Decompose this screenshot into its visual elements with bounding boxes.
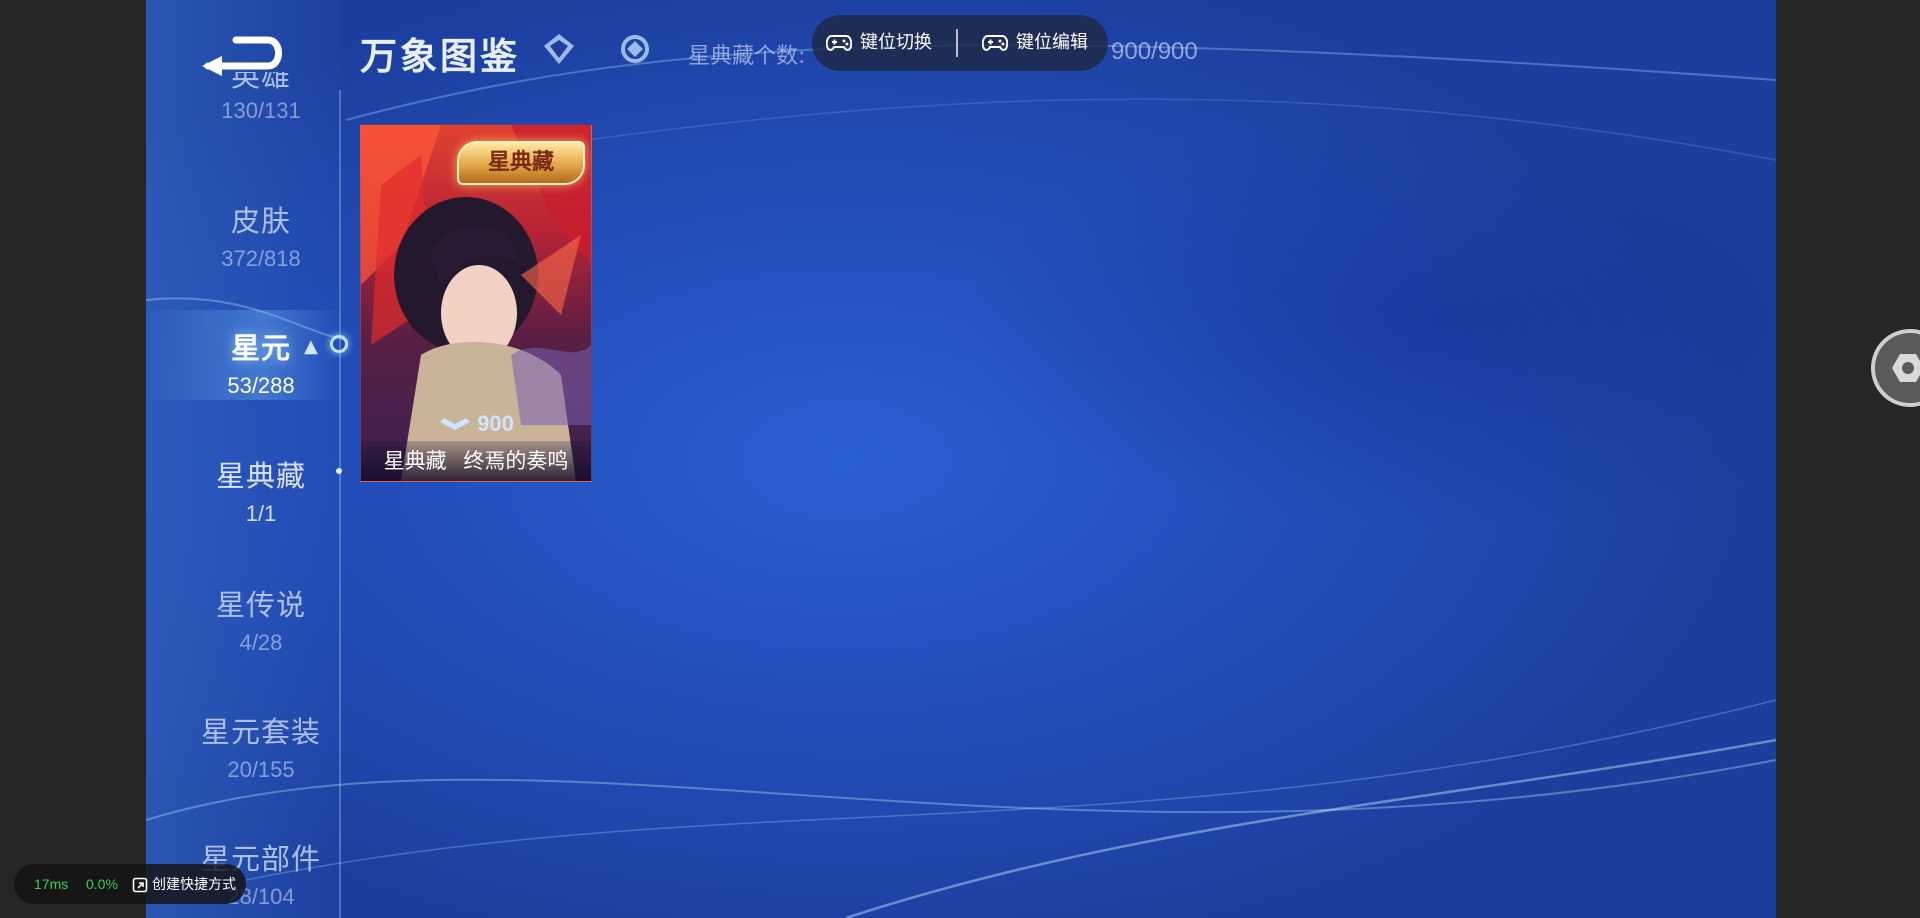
latency-value: 17ms <box>34 876 69 892</box>
nav-item-count: 53/288 <box>227 373 295 398</box>
toolbar-divider <box>956 29 958 57</box>
nav-item-xingdiancang[interactable]: 星典藏 1/1 <box>166 453 356 527</box>
filter-button-2[interactable] <box>618 32 652 66</box>
nav-item-skins[interactable]: 皮肤 372/818 <box>166 198 356 272</box>
shortcut-icon <box>132 877 148 893</box>
collection-count-label: 星典藏个数: <box>688 44 806 69</box>
nav-item-count: 130/131 <box>221 98 301 123</box>
keymap-toolbar: 键位切换 键位编辑 <box>812 15 1108 71</box>
gamepad-icon <box>981 35 1009 51</box>
card-price: 900 <box>477 411 514 436</box>
card-price-row: 900 <box>361 411 591 437</box>
gem-filter-icon <box>621 35 649 63</box>
nav-item-label: 星元套装 <box>200 715 321 749</box>
filter-button-1[interactable] <box>542 32 576 66</box>
nav-item-label: 星传说 <box>215 588 306 622</box>
nav-item-count: 20/155 <box>227 757 295 782</box>
key-edit-label: 键位编辑 <box>1016 32 1088 53</box>
chevron-up-icon: ▲ <box>304 336 318 357</box>
active-indicator-icon <box>330 335 348 353</box>
nav-item-count: 372/818 <box>221 246 301 271</box>
key-switch-button[interactable]: 键位切换 <box>825 15 932 71</box>
nav-item-xingchuanshuo[interactable]: 星传说 4/28 <box>166 582 356 656</box>
card-name-bar: 星典藏 终焉的奏鸣 <box>361 441 591 481</box>
performance-overlay: 17ms 0.0% 创建快捷方式 <box>14 864 246 904</box>
nav-item-xingyuan[interactable]: 星元 53/288 <box>166 325 356 399</box>
packet-loss-value: 0.0% <box>86 876 118 892</box>
hexagon-icon <box>1892 354 1920 382</box>
back-button[interactable] <box>196 26 286 76</box>
key-edit-button[interactable]: 键位编辑 <box>981 15 1088 71</box>
create-shortcut-label: 创建快捷方式 <box>152 876 236 892</box>
card-badge: 星典藏 <box>457 141 585 185</box>
nav-item-count: 4/28 <box>239 630 283 655</box>
nav-item-label: 英雄 <box>230 72 291 92</box>
diamond-filter-icon <box>544 34 574 64</box>
collection-value: 900/900 <box>1111 38 1198 65</box>
create-shortcut-button[interactable]: 创建快捷方式 <box>132 864 236 904</box>
game-screen: 英雄 130/131 皮肤 372/818 星元 53/288 ▲ 星典藏 1/… <box>146 0 1776 918</box>
back-arrow-icon <box>202 36 282 76</box>
nav-item-heroes[interactable]: 英雄 130/131 <box>166 72 356 124</box>
nav-item-label: 星元 <box>230 331 291 365</box>
key-switch-label: 键位切换 <box>860 32 932 53</box>
dot-indicator-icon <box>336 468 342 474</box>
nav-item-label: 星典藏 <box>215 459 306 493</box>
nav-item-count: 1/1 <box>245 501 277 526</box>
floating-menu-button[interactable] <box>1871 329 1920 407</box>
nav-item-label: 皮肤 <box>230 204 291 238</box>
crystal-currency-icon <box>440 418 471 430</box>
page-title: 万象图鉴 <box>360 35 520 78</box>
nav-item-xingyuan-set[interactable]: 星元套装 20/155 <box>166 709 356 783</box>
skin-card[interactable]: 星典藏 900 星典藏 终焉的奏鸣 <box>360 124 592 482</box>
card-name: 终焉的奏鸣 <box>463 449 569 473</box>
gamepad-icon <box>825 35 853 51</box>
card-series: 星典藏 <box>383 449 447 473</box>
